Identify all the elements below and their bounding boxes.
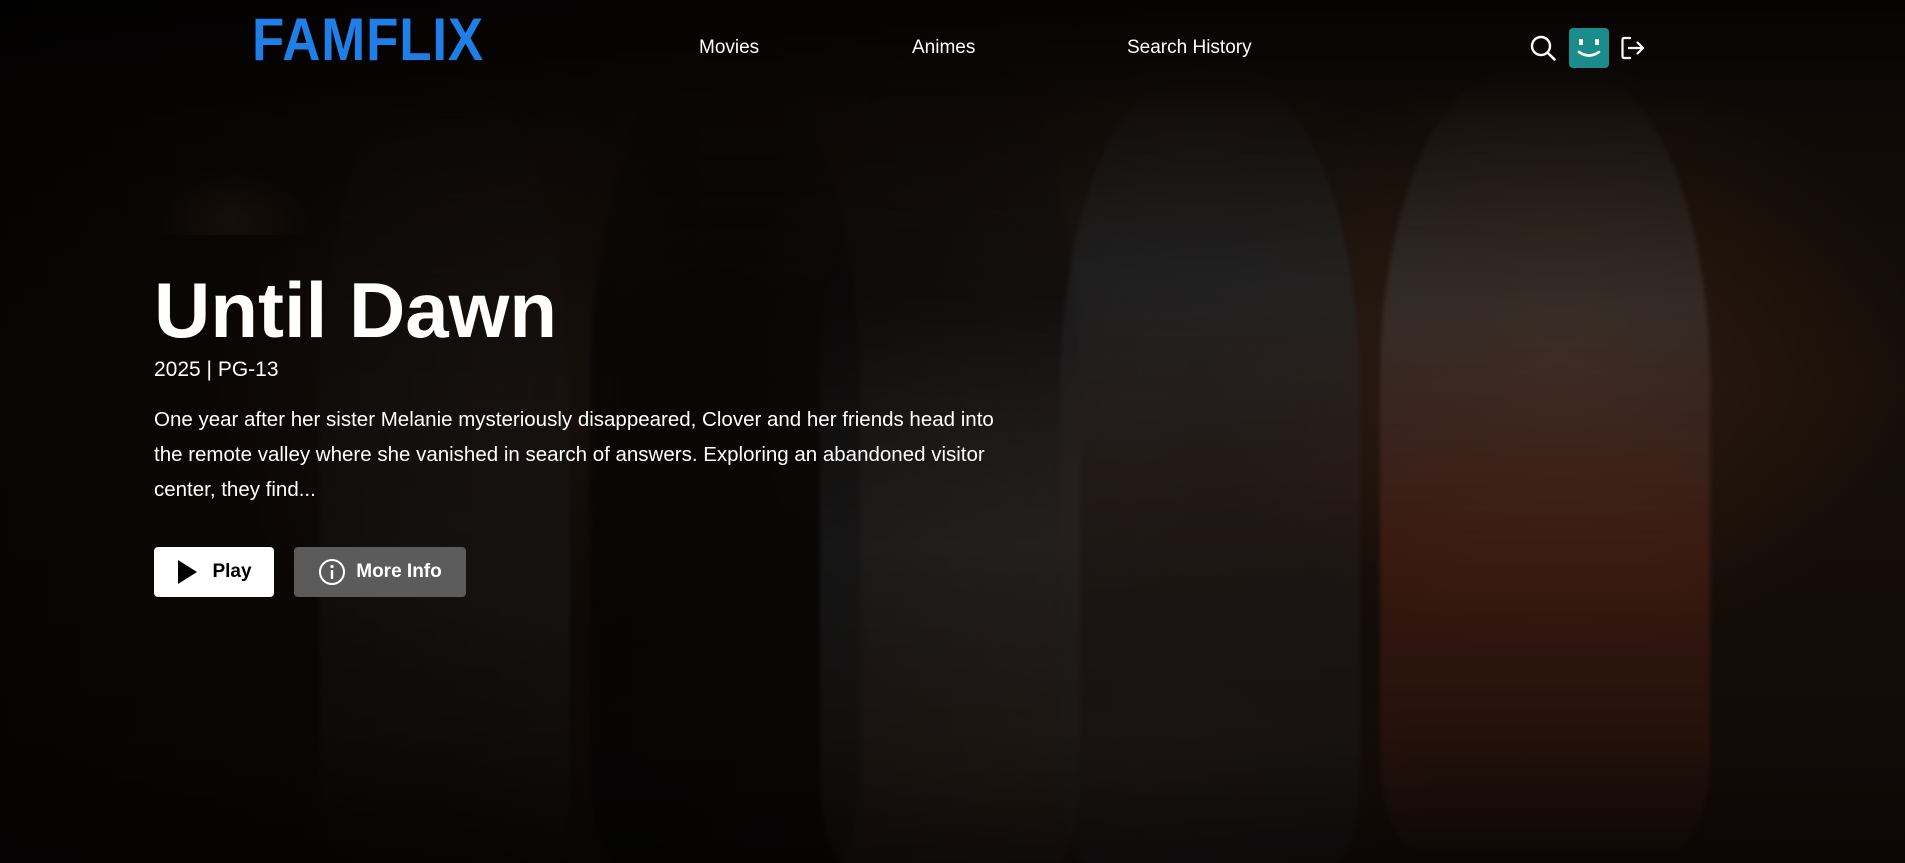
play-button[interactable]: Play (154, 546, 274, 597)
nav-link-search-history[interactable]: Search History (1127, 37, 1252, 59)
featured-meta: 2025 | PG-13 (154, 357, 279, 381)
nav-actions (1529, 28, 1647, 68)
sign-out-icon[interactable] (1619, 34, 1647, 62)
play-icon (176, 559, 198, 585)
play-button-label: Play (212, 560, 252, 582)
smiley-face-icon (1577, 39, 1601, 57)
search-icon[interactable] (1529, 34, 1557, 62)
navbar: FAMFLIX Movies Animes Search History (0, 0, 1905, 98)
featured-title: Until Dawn (154, 266, 557, 354)
more-info-button-label: More Info (356, 560, 442, 582)
featured-actions: Play More Info (154, 546, 1014, 597)
featured-info: Until Dawn 2025 | PG-13 One year after h… (154, 266, 1014, 597)
nav-link-movies[interactable]: Movies (699, 37, 759, 59)
info-icon (318, 558, 346, 586)
more-info-button[interactable]: More Info (294, 546, 466, 597)
hero-banner: FAMFLIX Movies Animes Search History Unt… (0, 0, 1905, 863)
logo[interactable]: FAMFLIX (252, 10, 484, 70)
nav-link-animes[interactable]: Animes (912, 37, 975, 59)
featured-description: One year after her sister Melanie myster… (154, 407, 994, 501)
avatar[interactable] (1569, 28, 1609, 68)
